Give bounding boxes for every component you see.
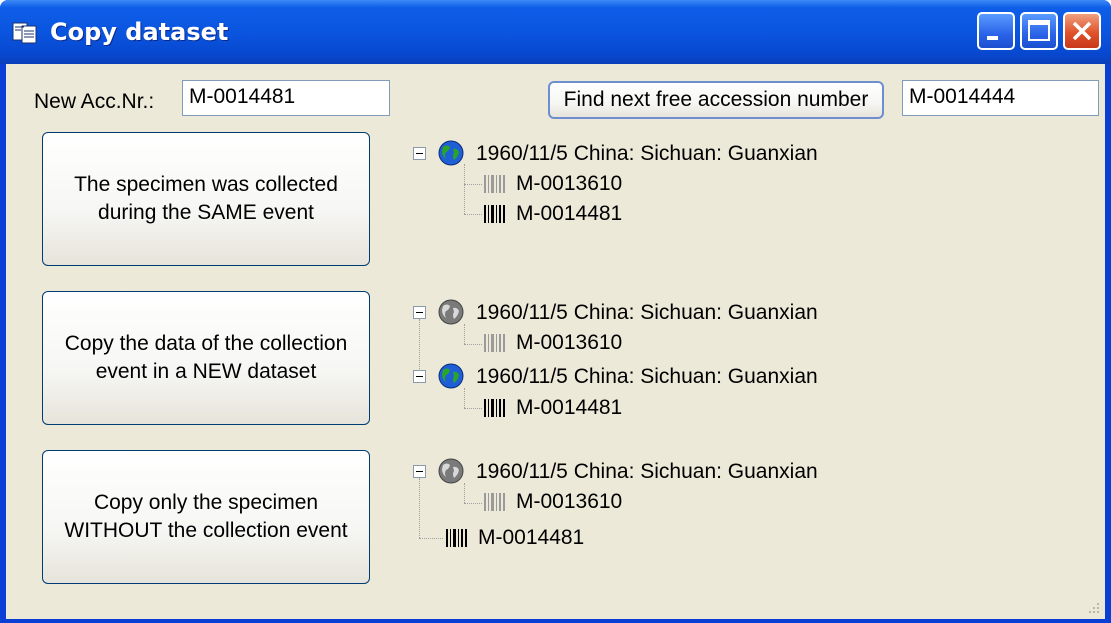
tree-collapse-toggle[interactable] [413, 147, 426, 160]
tree-collapse-toggle[interactable] [413, 465, 426, 478]
copy-documents-icon [12, 22, 37, 44]
same-event-button[interactable]: The specimen was collected during the SA… [42, 132, 370, 266]
barcode-specimen-icon [484, 205, 505, 223]
tree-event-label[interactable]: 1960/11/5 China: Sichuan: Guanxian [476, 364, 818, 390]
tree-connector [419, 478, 420, 538]
window-title: Copy dataset [50, 18, 229, 46]
minimize-button[interactable] [977, 12, 1015, 50]
tree-specimen-new[interactable]: M-0014481 [516, 201, 622, 227]
tree-connector [464, 324, 465, 344]
next-free-accession-input[interactable]: M-0014444 [902, 80, 1099, 116]
barcode-specimen-icon [484, 399, 505, 417]
tree-event-label[interactable]: 1960/11/5 China: Sichuan: Guanxian [476, 300, 818, 326]
globe-event-icon [438, 363, 464, 389]
tree-event-label[interactable]: 1960/11/5 China: Sichuan: Guanxian [476, 141, 818, 167]
tree-connector [464, 503, 482, 504]
tree-specimen-standalone[interactable]: M-0014481 [478, 525, 584, 551]
tree-connector [464, 184, 482, 185]
close-icon [1072, 21, 1092, 41]
tree-specimen-existing[interactable]: M-0013610 [516, 489, 622, 515]
barcode-specimen-icon [446, 529, 467, 547]
globe-event-inactive-icon [438, 458, 464, 484]
tree-specimen-existing[interactable]: M-0013610 [516, 330, 622, 356]
tree-connector [464, 408, 482, 409]
tree-connector [464, 388, 465, 408]
tree-connector [464, 214, 482, 215]
new-acc-nr-label: New Acc.Nr.: [34, 90, 155, 113]
find-next-free-accession-button[interactable]: Find next free accession number [548, 81, 884, 119]
specimen-without-event-button[interactable]: Copy only the specimen WITHOUT the colle… [42, 450, 370, 584]
tree-collapse-toggle[interactable] [413, 306, 426, 319]
title-bar[interactable]: Copy dataset [0, 0, 1111, 64]
barcode-specimen-icon [484, 493, 505, 511]
maximize-button[interactable] [1020, 12, 1058, 50]
new-event-dataset-button[interactable]: Copy the data of the collection event in… [42, 291, 370, 425]
globe-event-inactive-icon [438, 299, 464, 325]
barcode-specimen-icon [484, 175, 505, 193]
dialog-client-area: New Acc.Nr.: M-0014481 Find next free ac… [6, 64, 1105, 619]
tree-event-label[interactable]: 1960/11/5 China: Sichuan: Guanxian [476, 459, 818, 485]
tree-connector [464, 164, 465, 214]
window-bottom-border [0, 619, 1111, 623]
tree-collapse-toggle[interactable] [413, 370, 426, 383]
tree-connector [464, 483, 465, 503]
dialog-window: Copy dataset New Acc.Nr.: M-0014481 Find… [0, 0, 1111, 623]
minimize-icon [987, 36, 998, 40]
resize-grip-icon[interactable] [1087, 601, 1101, 615]
tree-specimen-existing[interactable]: M-0013610 [516, 171, 622, 197]
maximize-icon [1028, 20, 1050, 41]
tree-connector [464, 344, 482, 345]
close-button[interactable] [1063, 12, 1101, 50]
barcode-specimen-icon [484, 334, 505, 352]
tree-connector [419, 538, 443, 539]
tree-specimen-new[interactable]: M-0014481 [516, 395, 622, 421]
globe-event-icon [438, 140, 464, 166]
new-acc-nr-input[interactable]: M-0014481 [182, 80, 390, 116]
